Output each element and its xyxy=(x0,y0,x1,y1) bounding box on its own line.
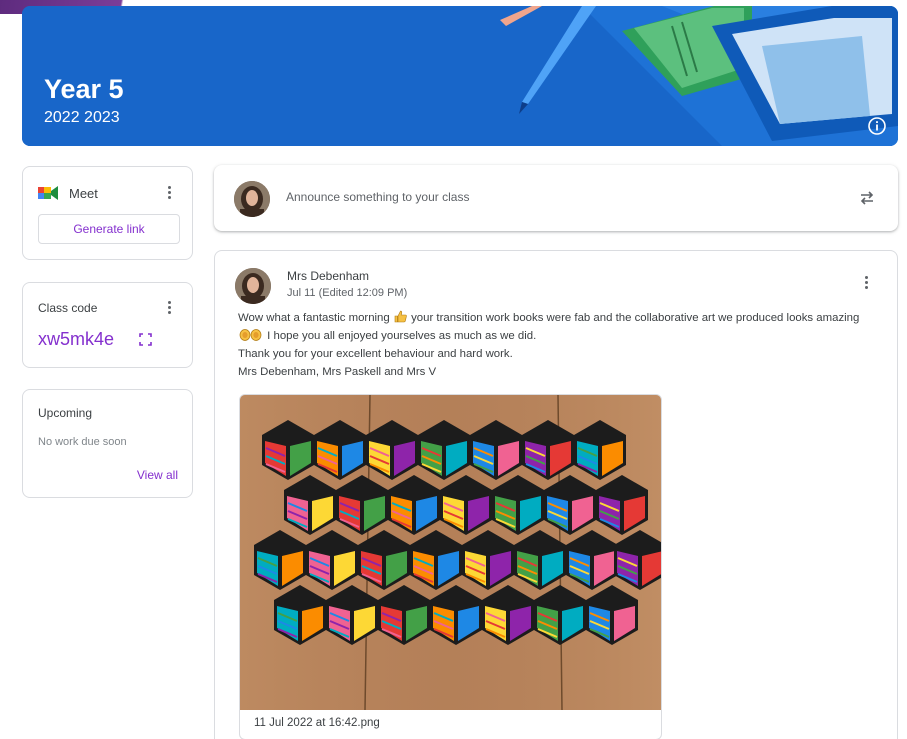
stream-post: Mrs Debenham Jul 11 (Edited 12:09 PM) Wo… xyxy=(214,250,898,739)
post-line-2: I hope you all enjoyed yourselves as muc… xyxy=(238,327,888,345)
meet-label: Meet xyxy=(69,186,98,201)
upcoming-card: Upcoming No work due soon View all xyxy=(22,389,193,498)
class-banner: Year 5 2022 2023 xyxy=(22,6,898,146)
generate-link-button[interactable]: Generate link xyxy=(38,214,180,244)
banner-illustration xyxy=(22,6,898,146)
post-line-1: Wow what a fantastic morning your transi… xyxy=(238,310,860,324)
classroom-stream-page: Year 5 2022 2023 Meet Generate link Clas… xyxy=(0,0,907,739)
class-code-value: xw5mk4e xyxy=(38,329,115,349)
avatar xyxy=(234,181,270,217)
repost-icon[interactable] xyxy=(858,189,876,207)
meet-card: Meet Generate link xyxy=(22,166,193,260)
attachment-filename: 11 Jul 2022 at 16:42.png xyxy=(254,717,380,729)
class-code-more-options-icon[interactable] xyxy=(166,301,172,317)
class-code-card: Class code xw5mk4e xyxy=(22,282,193,368)
avatar xyxy=(235,268,271,304)
class-code-label: Class code xyxy=(38,301,98,315)
post-author: Mrs Debenham xyxy=(287,269,370,283)
meet-more-options-icon[interactable] xyxy=(166,186,172,202)
class-title: Year 5 xyxy=(44,74,124,104)
announce-input[interactable]: Announce something to your class xyxy=(286,190,469,204)
attachment-image xyxy=(240,395,661,710)
google-meet-icon xyxy=(38,186,58,200)
view-all-link[interactable]: View all xyxy=(137,468,178,482)
post-more-options-icon[interactable] xyxy=(863,276,869,292)
fullscreen-icon[interactable] xyxy=(139,333,152,346)
thumbs-up-icon xyxy=(394,310,407,323)
image-attachment[interactable]: 11 Jul 2022 at 16:42.png xyxy=(239,394,662,739)
upcoming-title: Upcoming xyxy=(38,406,93,420)
post-line-3: Thank you for your excellent behaviour a… xyxy=(238,348,513,360)
clapping-hands-icon xyxy=(239,329,262,341)
post-date: Jul 11 (Edited 12:09 PM) xyxy=(287,287,408,299)
announce-box[interactable]: Announce something to your class xyxy=(214,165,898,231)
post-line-4: Mrs Debenham, Mrs Paskell and Mrs V xyxy=(238,366,437,378)
info-icon[interactable] xyxy=(867,116,887,136)
upcoming-empty-text: No work due soon xyxy=(38,436,127,448)
class-section: 2022 2023 xyxy=(44,109,120,126)
post-body: Wow what a fantastic morning your transi… xyxy=(238,309,888,381)
